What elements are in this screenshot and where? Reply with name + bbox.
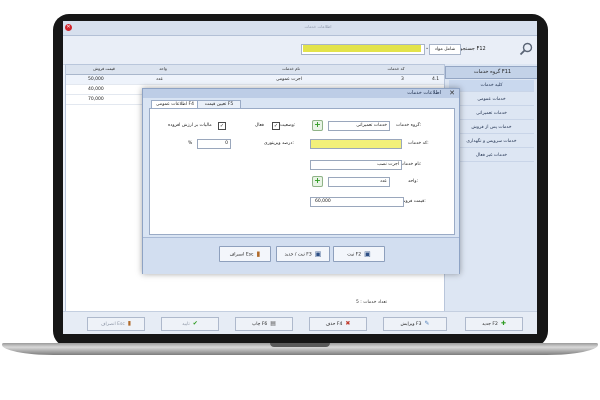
search-mode-select[interactable]: شامل مواد bbox=[429, 44, 461, 55]
price-field[interactable]: 60,000 bbox=[310, 197, 404, 207]
status-label: وضعیت: bbox=[280, 123, 296, 128]
edit-button-label: ویرایش F3 bbox=[400, 322, 422, 327]
edit-button[interactable]: ویرایش F3 ✎ bbox=[383, 317, 447, 331]
print-button-label: چاپ F6 bbox=[252, 322, 268, 327]
dialog-cancel-label: انصراف Esc bbox=[229, 252, 254, 258]
confirm-button[interactable]: تایید ✔ bbox=[161, 317, 219, 331]
percent-sign: % bbox=[188, 141, 193, 146]
row-price: 50,000 bbox=[88, 77, 104, 82]
row-code: 3 bbox=[401, 77, 404, 82]
sidebar-item-repair[interactable]: خدمات تعمیراتی bbox=[449, 108, 534, 120]
window-close-icon[interactable]: ✕ bbox=[65, 24, 72, 31]
exit-door-icon: ▮ bbox=[127, 320, 132, 327]
cancel-button-label: انصراف Esc bbox=[100, 322, 125, 327]
sidebar-item-maintenance[interactable]: خدمات سرویس و نگهداری bbox=[449, 136, 534, 148]
discount-field[interactable]: 0 bbox=[197, 139, 231, 149]
column-header-unit[interactable]: واحد bbox=[138, 66, 188, 71]
print-button[interactable]: چاپ F6 ▤ bbox=[235, 317, 293, 331]
chevron-down-icon[interactable]: ⌄ bbox=[425, 45, 429, 51]
table-header: کد خدمات نام خدمات واحد قیمت فروش bbox=[66, 65, 444, 75]
new-button-label: جدید F2 bbox=[482, 322, 498, 327]
column-header-price[interactable]: قیمت فروش bbox=[74, 66, 134, 71]
row-index: 4.1 bbox=[432, 77, 440, 82]
column-header-name[interactable]: نام خدمات bbox=[221, 66, 361, 71]
search-toolbar: جستجو F12 شامل مواد ⌄ bbox=[63, 36, 537, 65]
exit-door-icon: ▮ bbox=[256, 250, 261, 258]
check-icon: ✔ bbox=[192, 320, 198, 327]
unit-label: واحد: bbox=[408, 179, 419, 184]
general-info-panel: گروه خدمات: خدمات تعمیراتی + وضعیت: ✓ فع… bbox=[149, 108, 455, 235]
column-header-code[interactable]: کد خدمات bbox=[366, 66, 426, 71]
floppy-disk-icon: ▣ bbox=[364, 250, 371, 258]
delete-x-icon: ✖ bbox=[345, 320, 351, 327]
status-active-label: فعال bbox=[255, 123, 264, 128]
sidebar-item-after-sales[interactable]: خدمات پس از فروش bbox=[449, 122, 534, 134]
dialog-cancel-button[interactable]: انصراف Esc ▮ bbox=[219, 246, 271, 262]
code-label: کد خدمات: bbox=[408, 141, 429, 146]
title-bar: ✕ اطلاعات خدمات bbox=[63, 21, 537, 36]
delete-button[interactable]: حذف F4 ✖ bbox=[309, 317, 367, 331]
cancel-button[interactable]: انصراف Esc ▮ bbox=[87, 317, 145, 331]
dialog-title-bar: اطلاعات خدمات ✕ bbox=[143, 89, 459, 98]
save-new-icon: ▣ bbox=[314, 250, 322, 258]
table-row[interactable]: 4.1 3 اجرت عمومی عدد 50,000 bbox=[66, 75, 444, 85]
sidebar-header: گروه خدمات F11 bbox=[445, 66, 537, 79]
unit-field[interactable]: عدد bbox=[328, 177, 390, 187]
service-info-dialog: اطلاعات خدمات ✕ اطلاعات عمومی F4 تعیین ق… bbox=[142, 88, 460, 274]
dialog-title: اطلاعات خدمات bbox=[407, 90, 441, 96]
code-field[interactable] bbox=[310, 139, 402, 149]
vat-label: مالیات بر ارزش افزوده bbox=[168, 123, 212, 128]
window-title: اطلاعات خدمات bbox=[304, 24, 332, 29]
group-label: گروه خدمات: bbox=[396, 123, 422, 128]
status-active-checkbox[interactable]: ✓ bbox=[272, 122, 280, 130]
bottom-action-bar: جدید F2 ✚ ویرایش F3 ✎ حذف F4 ✖ چاپ F6 ▤ تایی… bbox=[63, 311, 537, 334]
sidebar-item-all[interactable]: کلیه خدمات bbox=[449, 80, 534, 92]
search-icon[interactable] bbox=[519, 42, 533, 56]
sidebar-item-inactive[interactable]: خدمات غیر فعال bbox=[449, 150, 534, 162]
laptop-notch bbox=[270, 343, 330, 347]
close-icon[interactable]: ✕ bbox=[449, 89, 455, 98]
search-input-highlight[interactable] bbox=[303, 45, 421, 52]
name-label: نام خدمات: bbox=[400, 162, 422, 167]
discount-label: درصد ویزیتوری: bbox=[264, 141, 294, 146]
delete-button-label: حذف F4 bbox=[325, 322, 343, 327]
group-field[interactable]: خدمات تعمیراتی bbox=[328, 121, 390, 131]
vat-checkbox[interactable]: ✓ bbox=[218, 122, 226, 130]
search-label: جستجو F12 bbox=[460, 46, 486, 52]
pencil-icon: ✎ bbox=[424, 320, 430, 327]
row-unit: عدد bbox=[156, 77, 164, 82]
dialog-button-row: ثبت F2 ▣ ثبت / جدید F3 ▣ انصراف Esc ▮ bbox=[143, 237, 459, 274]
save-button-label: ثبت F2 bbox=[347, 252, 362, 258]
row-price: 40,000 bbox=[88, 87, 104, 92]
sidebar-item-general[interactable]: خدمات عمومی bbox=[449, 94, 534, 106]
plus-icon: ✚ bbox=[500, 320, 506, 327]
add-group-plus-icon[interactable]: + bbox=[312, 120, 323, 131]
save-new-button[interactable]: ثبت / جدید F3 ▣ bbox=[276, 246, 330, 262]
name-field[interactable]: اجرت نصب bbox=[310, 160, 402, 170]
row-price: 70,000 bbox=[88, 97, 104, 102]
new-button[interactable]: جدید F2 ✚ bbox=[465, 317, 523, 331]
printer-icon: ▤ bbox=[270, 320, 276, 327]
save-new-button-label: ثبت / جدید F3 bbox=[284, 252, 312, 258]
row-name: اجرت عمومی bbox=[276, 77, 302, 82]
add-unit-plus-icon[interactable]: + bbox=[312, 176, 323, 187]
confirm-button-label: تایید bbox=[182, 322, 190, 327]
services-count: تعداد خدمات : 5 bbox=[356, 300, 387, 305]
save-button[interactable]: ثبت F2 ▣ bbox=[333, 246, 385, 262]
